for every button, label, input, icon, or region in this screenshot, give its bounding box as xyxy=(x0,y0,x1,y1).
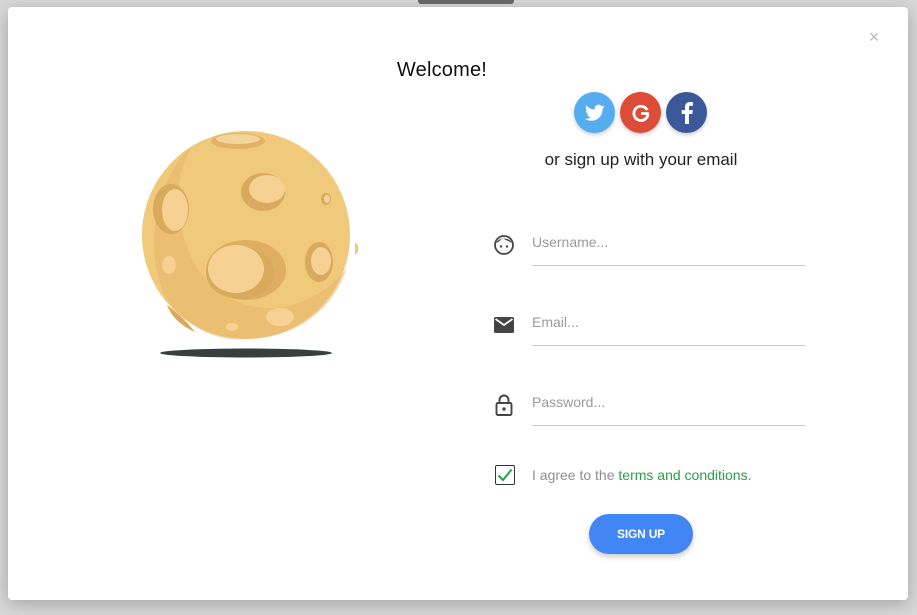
terms-text: I agree to the terms and conditions. xyxy=(532,467,751,483)
google-icon xyxy=(631,104,649,122)
check-icon xyxy=(497,468,513,482)
email-input[interactable] xyxy=(532,299,805,346)
moon-illustration xyxy=(133,117,361,377)
facebook-button[interactable] xyxy=(666,92,707,133)
twitter-icon xyxy=(584,104,605,121)
password-input[interactable] xyxy=(532,379,805,426)
signup-modal: × Welcome! or sign up with your email Us… xyxy=(8,7,908,600)
username-input[interactable] xyxy=(532,219,805,266)
terms-link[interactable]: terms and conditions. xyxy=(618,467,751,483)
top-handle xyxy=(418,0,514,4)
modal-title: Welcome! xyxy=(396,59,488,81)
terms-checkbox[interactable] xyxy=(495,465,515,485)
facebook-icon xyxy=(681,101,693,124)
social-buttons xyxy=(574,92,707,133)
terms-prefix: I agree to the xyxy=(532,467,619,483)
lock-icon xyxy=(492,393,516,417)
password-field xyxy=(492,379,805,427)
mail-icon xyxy=(492,313,516,337)
google-button[interactable] xyxy=(620,92,661,133)
moon-shadow xyxy=(160,348,332,358)
terms-agreement: I agree to the terms and conditions. xyxy=(495,465,751,485)
sign-up-button[interactable]: SIGN UP xyxy=(589,514,693,554)
twitter-button[interactable] xyxy=(574,92,615,133)
email-field xyxy=(492,299,805,347)
email-signup-hint: or sign up with your email xyxy=(544,150,738,169)
username-field xyxy=(492,219,805,267)
close-button[interactable]: × xyxy=(866,28,882,46)
face-icon xyxy=(492,233,516,257)
